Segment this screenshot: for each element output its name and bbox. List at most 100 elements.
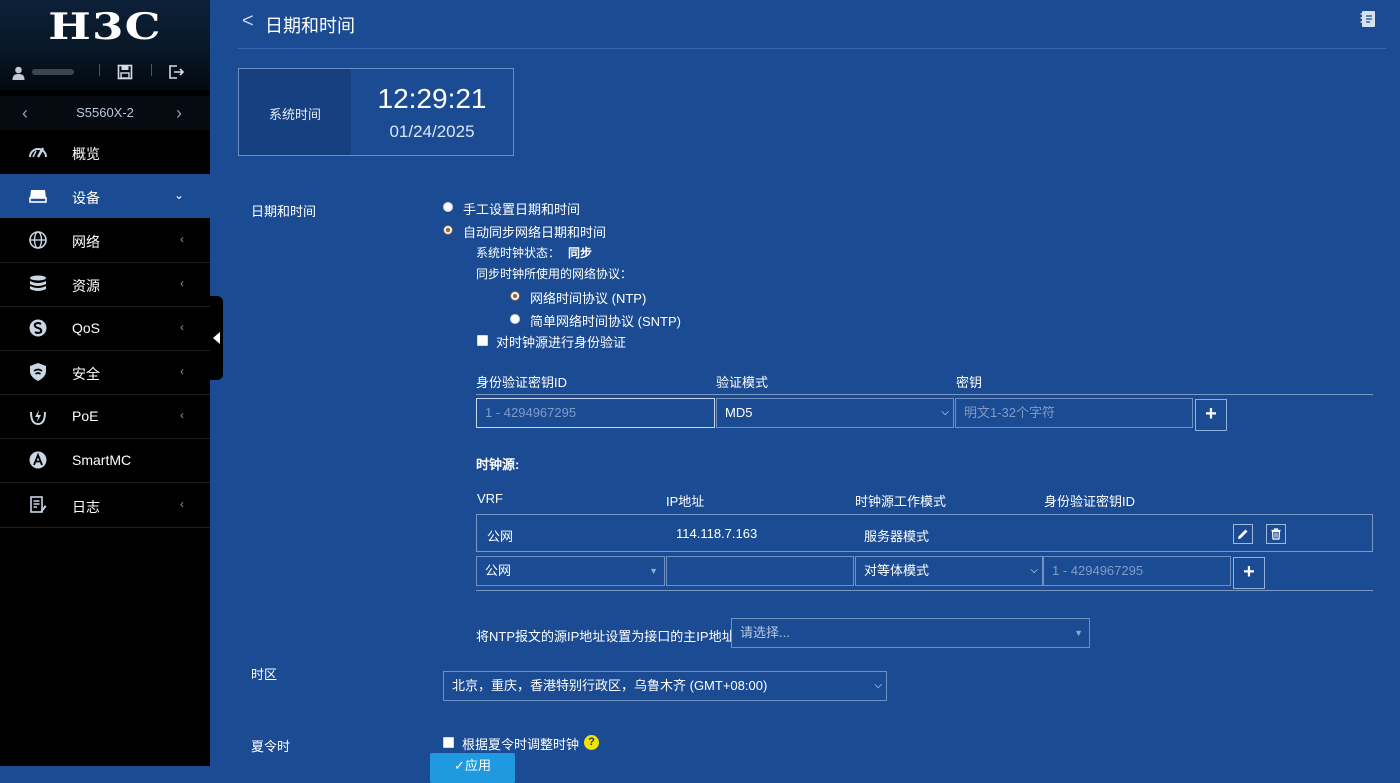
- divider: [476, 590, 1373, 591]
- col-ip: IP地址: [666, 494, 705, 509]
- user-icon: [12, 66, 25, 80]
- manual-time-label: 手工设置日期和时间: [463, 202, 581, 217]
- key-id-input[interactable]: 1 - 4294967295: [476, 398, 715, 428]
- divider: [151, 64, 152, 76]
- nav-item-resources[interactable]: 资源 ‹: [0, 262, 210, 307]
- nav-item-overview[interactable]: 概览: [0, 130, 210, 175]
- caret-left-icon: [213, 332, 220, 344]
- h3c-logo: H3C: [48, 6, 162, 48]
- user-row: [0, 56, 210, 88]
- poe-icon: [30, 410, 46, 426]
- nav-item-poe[interactable]: PoE ‹: [0, 394, 210, 439]
- col-mode: 时钟源工作模式: [855, 494, 947, 509]
- nav-item-label: 资源: [72, 278, 100, 294]
- sidebar: H3C ‹ S5560X-2 › 概览 设备 ⌄ 网络 ‹ 资源 ‹ QoS ‹…: [0, 0, 210, 766]
- add-key-button[interactable]: +: [1195, 399, 1227, 431]
- pencil-icon: [1238, 529, 1248, 539]
- divider: [476, 394, 1373, 395]
- back-button[interactable]: <: [242, 10, 254, 32]
- col-src-key-id: 身份验证密钥ID: [1044, 494, 1136, 509]
- save-icon[interactable]: [117, 64, 133, 80]
- key-input[interactable]: 明文1-32个字符: [955, 398, 1193, 428]
- dst-checkbox-label: 根据夏令时调整时钟: [462, 737, 580, 752]
- device-switcher: ‹ S5560X-2 ›: [0, 96, 210, 130]
- page-header: < 日期和时间: [238, 0, 1386, 49]
- help-book-icon[interactable]: [1360, 10, 1376, 28]
- qos-icon: [29, 319, 47, 337]
- source-interface-select[interactable]: 请选择... ▼: [731, 618, 1090, 648]
- add-source-button[interactable]: +: [1233, 557, 1265, 589]
- divider: [99, 64, 100, 76]
- apply-button[interactable]: ✓应用: [430, 753, 515, 783]
- col-key-id: 身份验证密钥ID: [476, 375, 568, 390]
- logo-area: H3C: [0, 0, 210, 90]
- timezone-label: 时区: [251, 667, 278, 682]
- edit-row-button[interactable]: [1233, 524, 1253, 544]
- table-row: 公网 114.118.7.163 服务器模式: [476, 514, 1373, 552]
- col-auth-mode: 验证模式: [716, 375, 769, 390]
- source-key-id-input[interactable]: 1 - 4294967295: [1043, 556, 1231, 586]
- caret-down-icon: ▼: [649, 566, 658, 576]
- auth-mode-select[interactable]: MD5 ⌵: [716, 398, 954, 428]
- chevron-down-icon: ⌵: [874, 680, 882, 691]
- chevron-left-icon: ‹: [180, 320, 184, 334]
- chevron-left-icon: ‹: [180, 232, 184, 246]
- dst-label: 夏令时: [251, 739, 291, 754]
- row-vrf: 公网: [487, 529, 514, 544]
- nav-item-label: 网络: [72, 234, 100, 250]
- shield-icon: [30, 363, 46, 381]
- col-vrf: VRF: [477, 491, 503, 506]
- nav-item-log[interactable]: 日志 ‹: [0, 483, 210, 528]
- smartmc-icon: [29, 451, 47, 469]
- trash-icon: [1271, 528, 1281, 540]
- clock-source-label: 时钟源:: [476, 457, 520, 472]
- timezone-select[interactable]: 北京，重庆，香港特别行政区，乌鲁木齐 (GMT+08:00) ⌵: [443, 671, 887, 701]
- nav-item-label: SmartMC: [72, 452, 132, 468]
- sntp-radio[interactable]: [510, 314, 520, 324]
- nav-item-device[interactable]: 设备 ⌄: [0, 174, 210, 218]
- datetime-section-label: 日期和时间: [251, 204, 317, 219]
- ip-address-input[interactable]: [666, 556, 854, 586]
- dashboard-icon: [29, 147, 47, 158]
- vrf-select[interactable]: 公网 ▼: [476, 556, 665, 586]
- globe-icon: [29, 231, 47, 249]
- chevron-left-icon: ‹: [180, 408, 184, 422]
- source-ip-label: 将NTP报文的源IP地址设置为接口的主IP地址: [476, 629, 735, 644]
- sntp-label: 简单网络时间协议 (SNTP): [530, 314, 681, 329]
- page-title: 日期和时间: [265, 16, 355, 36]
- nav-item-label: 安全: [72, 366, 100, 382]
- clock-status-value: 同步: [568, 246, 593, 260]
- dst-checkbox[interactable]: [443, 737, 454, 748]
- nav-item-security[interactable]: 安全 ‹: [0, 350, 210, 395]
- sidebar-collapse-toggle[interactable]: [210, 296, 223, 380]
- username-redacted: [32, 69, 74, 75]
- clock-label: 系统时间: [268, 107, 321, 122]
- auto-sync-label: 自动同步网络日期和时间: [463, 225, 607, 240]
- clock-date: 01/24/2025: [389, 122, 475, 141]
- protocol-label: 同步时钟所使用的网络协议：: [476, 267, 633, 281]
- ntp-radio[interactable]: [510, 291, 520, 301]
- chevron-down-icon: ⌵: [1030, 565, 1038, 576]
- log-icon: [30, 496, 47, 513]
- col-key: 密钥: [956, 375, 983, 390]
- auto-sync-radio[interactable]: [443, 225, 453, 235]
- chevron-left-icon: ‹: [180, 497, 184, 511]
- manual-time-radio[interactable]: [443, 202, 453, 212]
- chevron-left-icon: ‹: [180, 276, 184, 290]
- nav-item-smartmc[interactable]: SmartMC: [0, 438, 210, 483]
- auth-checkbox[interactable]: [477, 335, 488, 346]
- nav-item-label: 日志: [72, 499, 100, 515]
- database-icon: [30, 275, 46, 291]
- chevron-down-icon: ⌄: [173, 188, 184, 202]
- nav-item-qos[interactable]: QoS ‹: [0, 306, 210, 351]
- nav-item-label: 设备: [72, 190, 100, 206]
- source-mode-select[interactable]: 对等体模式 ⌵: [855, 556, 1043, 586]
- nav-item-label: 概览: [72, 146, 100, 162]
- nav-item-network[interactable]: 网络 ‹: [0, 218, 210, 263]
- next-device-icon[interactable]: ›: [176, 104, 182, 122]
- nav-item-label: PoE: [72, 408, 99, 424]
- logout-icon[interactable]: [168, 64, 184, 80]
- delete-row-button[interactable]: [1266, 524, 1286, 544]
- chevron-down-icon: ⌵: [941, 407, 949, 418]
- help-icon[interactable]: ?: [584, 735, 599, 750]
